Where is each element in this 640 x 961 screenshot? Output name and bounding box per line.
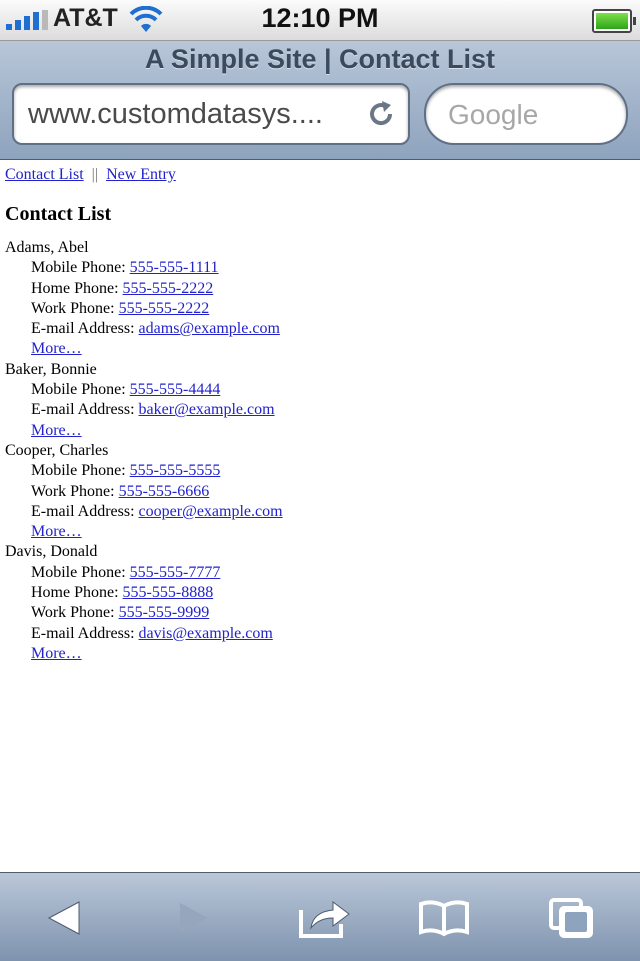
contact-entry: Baker, Bonnie Mobile Phone: 555-555-4444… <box>5 360 635 441</box>
address-bar[interactable]: www.customdatasys.... <box>12 83 410 145</box>
tabs-button[interactable] <box>541 893 601 943</box>
tabs-icon <box>549 898 593 938</box>
search-placeholder: Google <box>448 99 539 130</box>
url-text[interactable]: www.customdatasys.... <box>28 98 323 131</box>
phone-link[interactable]: 555-555-5555 <box>130 462 221 479</box>
contact-list-link[interactable]: Contact List <box>5 166 84 183</box>
contact-name: Davis, Donald <box>5 543 98 561</box>
nav-separator: || <box>91 166 99 183</box>
forward-arrow-icon <box>180 903 208 933</box>
contact-entry: Cooper, Charles Mobile Phone: 555-555-55… <box>5 441 635 542</box>
contact-field: Work Phone: 555-555-9999 <box>5 603 635 623</box>
back-button[interactable] <box>35 893 95 943</box>
phone-link[interactable]: 555-555-6666 <box>119 483 210 500</box>
phone-link[interactable]: 555-555-8888 <box>123 584 214 601</box>
back-arrow-icon <box>47 901 80 935</box>
contact-entry: Davis, Donald Mobile Phone: 555-555-7777… <box>5 542 635 664</box>
contact-name: Adams, Abel <box>5 239 89 256</box>
page-title: A Simple Site | Contact List <box>144 44 496 74</box>
bookmarks-icon <box>419 900 469 937</box>
contact-field: Home Phone: 555-555-8888 <box>5 583 635 603</box>
bookmarks-button[interactable] <box>414 893 474 943</box>
search-field[interactable]: Google <box>424 83 628 145</box>
contact-field: E-mail Address: baker@example.com <box>5 400 635 420</box>
contact-name: Baker, Bonnie <box>5 360 97 378</box>
share-button[interactable] <box>294 893 354 943</box>
share-icon <box>299 901 350 938</box>
email-link[interactable]: adams@example.com <box>139 320 280 337</box>
field-label: Work Phone: <box>31 482 115 500</box>
phone-link[interactable]: 555-555-9999 <box>119 604 210 621</box>
field-label: Mobile Phone: <box>31 563 126 581</box>
more-link[interactable]: More… <box>31 340 82 357</box>
phone-link[interactable]: 555-555-2222 <box>123 280 214 297</box>
field-label: Work Phone: <box>31 604 115 622</box>
contact-field: Mobile Phone: 555-555-4444 <box>5 380 635 400</box>
field-label: Mobile Phone: <box>31 381 126 399</box>
contact-list-heading: Contact List <box>5 203 112 225</box>
more-link[interactable]: More… <box>31 645 82 662</box>
email-link[interactable]: cooper@example.com <box>139 503 283 520</box>
clock: 12:10 PM <box>261 3 379 33</box>
field-label: E-mail Address: <box>31 401 135 419</box>
page-content: Contact List || New Entry Contact List A… <box>5 165 635 664</box>
browser-toolbar <box>0 872 640 961</box>
contact-field: E-mail Address: cooper@example.com <box>5 502 635 522</box>
field-label: E-mail Address: <box>31 624 135 642</box>
contact-field: Mobile Phone: 555-555-7777 <box>5 563 635 583</box>
email-link[interactable]: davis@example.com <box>139 625 273 642</box>
phone-link[interactable]: 555-555-2222 <box>119 300 210 317</box>
contact-name: Cooper, Charles <box>5 441 109 459</box>
new-entry-link[interactable]: New Entry <box>106 166 176 183</box>
field-label: Mobile Phone: <box>31 462 126 480</box>
reload-icon[interactable] <box>366 99 396 129</box>
contact-field: Work Phone: 555-555-2222 <box>5 299 635 319</box>
field-label: Mobile Phone: <box>31 259 126 277</box>
contact-field: E-mail Address: davis@example.com <box>5 624 635 644</box>
field-label: Home Phone: <box>31 584 119 602</box>
more-link[interactable]: More… <box>31 422 82 439</box>
status-bar: AT&T 12:10 PM <box>0 0 640 41</box>
contact-field: Work Phone: 555-555-6666 <box>5 482 635 502</box>
contact-entry: Adams, Abel Mobile Phone: 555-555-1111 H… <box>5 238 635 360</box>
email-link[interactable]: baker@example.com <box>139 401 275 418</box>
field-label: Work Phone: <box>31 299 115 317</box>
phone-link[interactable]: 555-555-4444 <box>130 381 221 398</box>
phone-link[interactable]: 555-555-7777 <box>130 564 221 581</box>
contact-field: E-mail Address: adams@example.com <box>5 319 635 339</box>
browser-header: A Simple Site | Contact List www.customd… <box>0 41 640 160</box>
contact-field: Home Phone: 555-555-2222 <box>5 279 635 299</box>
field-label: E-mail Address: <box>31 502 135 520</box>
battery-icon <box>592 9 636 33</box>
nav-links: Contact List || New Entry <box>5 165 635 185</box>
contact-field: Mobile Phone: 555-555-5555 <box>5 461 635 481</box>
contact-field: Mobile Phone: 555-555-1111 <box>5 258 635 278</box>
more-link[interactable]: More… <box>31 523 82 540</box>
field-label: E-mail Address: <box>31 320 135 338</box>
forward-button[interactable] <box>162 893 222 943</box>
field-label: Home Phone: <box>31 279 119 297</box>
phone-link[interactable]: 555-555-1111 <box>130 259 219 276</box>
